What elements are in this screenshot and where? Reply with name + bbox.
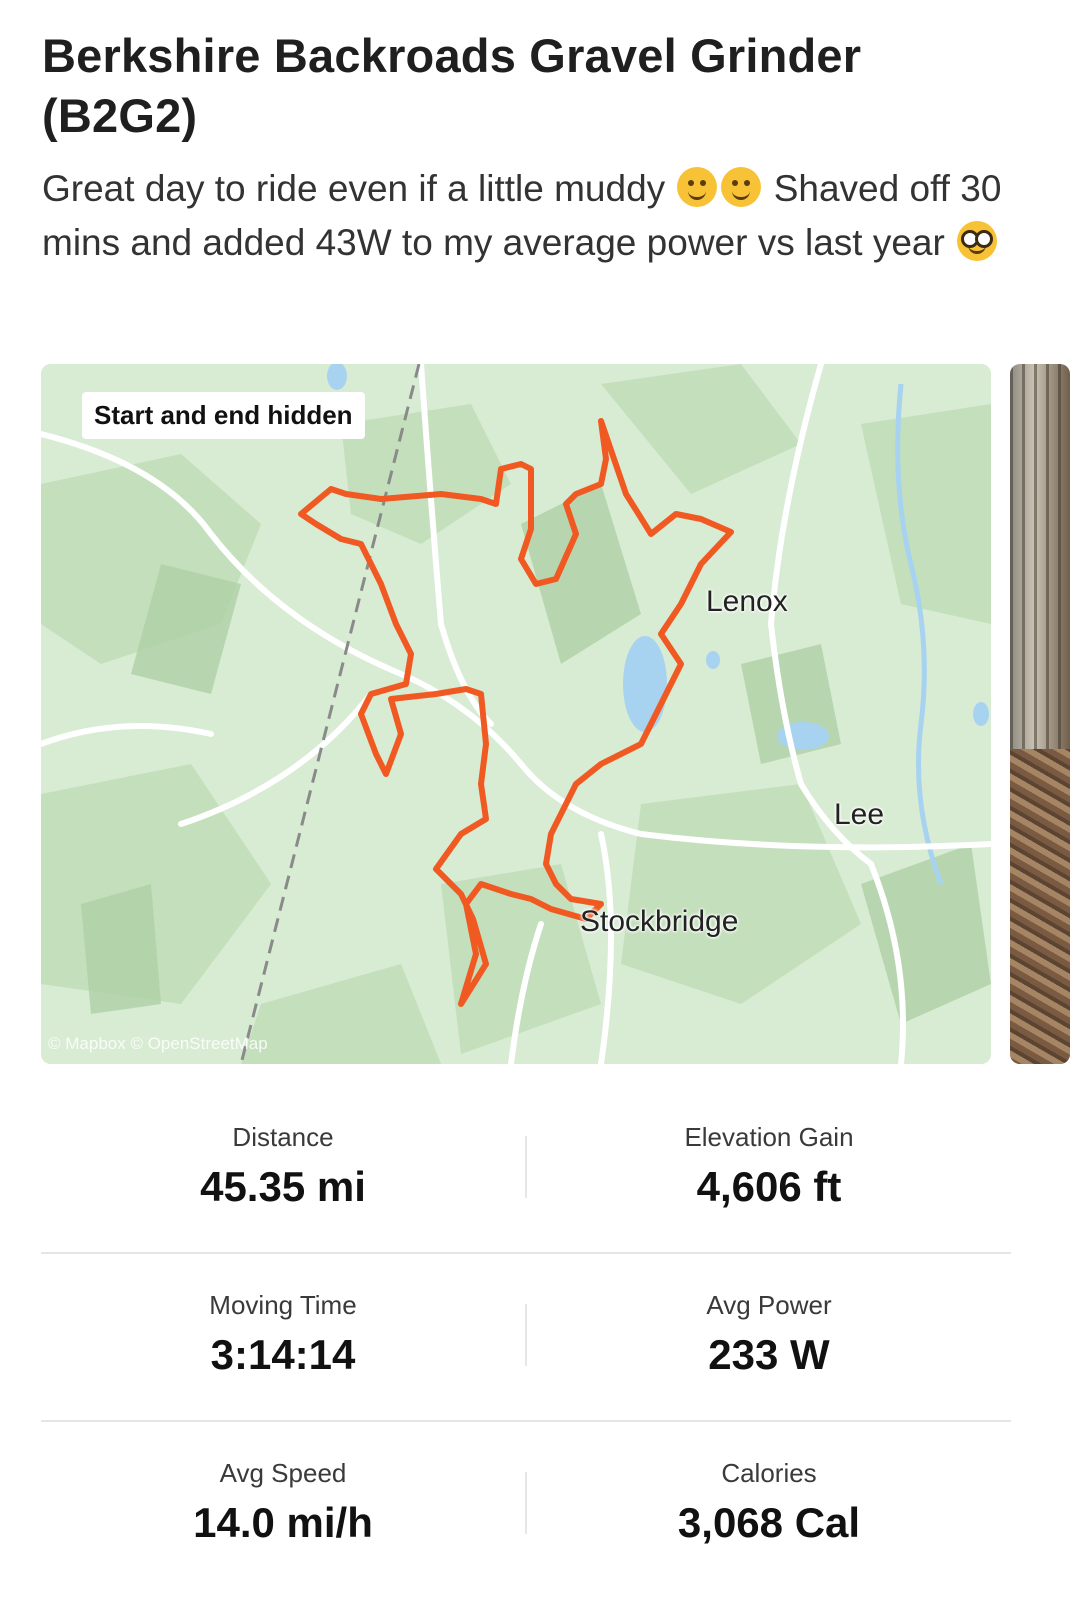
stat-value: 45.35 mi xyxy=(200,1163,366,1210)
stats-row: Moving Time 3:14:14 Avg Power 233 W xyxy=(41,1254,1011,1422)
stat-value: 3:14:14 xyxy=(210,1331,356,1378)
stats-grid: Distance 45.35 mi Elevation Gain 4,606 f… xyxy=(41,1086,1011,1588)
map-label-stockbridge: Stockbridge xyxy=(580,905,739,938)
stat-value: 3,068 Cal xyxy=(677,1499,861,1546)
map-attribution[interactable]: © Mapbox © OpenStreetMap xyxy=(48,1034,268,1054)
nerd-face-emoji-icon xyxy=(957,221,998,261)
stat-value: 233 W xyxy=(708,1331,830,1378)
stat-label: Distance xyxy=(232,1122,334,1152)
grinning-face-emoji-icon xyxy=(721,167,762,207)
stat-label: Moving Time xyxy=(209,1290,357,1320)
activity-title: Berkshire Backroads Gravel Grinder (B2G2… xyxy=(42,29,862,142)
stat-elevation-gain: Elevation Gain 4,606 ft xyxy=(527,1086,1011,1211)
route-map[interactable] xyxy=(41,364,991,1064)
stat-value: 4,606 ft xyxy=(696,1163,842,1210)
stat-moving-time: Moving Time 3:14:14 xyxy=(41,1254,525,1379)
activity-description: Great day to ride even if a little muddy… xyxy=(42,162,1032,270)
stat-avg-power: Avg Power 233 W xyxy=(527,1254,1011,1379)
stat-label: Avg Power xyxy=(706,1290,832,1320)
privacy-badge: Start and end hidden xyxy=(82,392,365,439)
stats-row: Distance 45.35 mi Elevation Gain 4,606 f… xyxy=(41,1086,1011,1254)
hugging-face-emoji-icon xyxy=(677,167,718,207)
stat-label: Calories xyxy=(721,1458,817,1488)
map-label-lee: Lee xyxy=(834,798,885,831)
stat-calories: Calories 3,068 Cal xyxy=(527,1422,1011,1547)
stats-row: Avg Speed 14.0 mi/h Calories 3,068 Cal xyxy=(41,1422,1011,1588)
stat-avg-speed: Avg Speed 14.0 mi/h xyxy=(41,1422,525,1547)
stat-distance: Distance 45.35 mi xyxy=(41,1086,525,1211)
stat-label: Elevation Gain xyxy=(684,1122,854,1152)
stat-value: 14.0 mi/h xyxy=(193,1499,373,1546)
description-text-1: Great day to ride even if a little muddy xyxy=(42,168,666,209)
map-label-lenox: Lenox xyxy=(706,585,788,618)
map-canvas xyxy=(41,364,991,1064)
activity-photo-thumbnail[interactable] xyxy=(1010,364,1070,1064)
stat-label: Avg Speed xyxy=(219,1458,347,1488)
